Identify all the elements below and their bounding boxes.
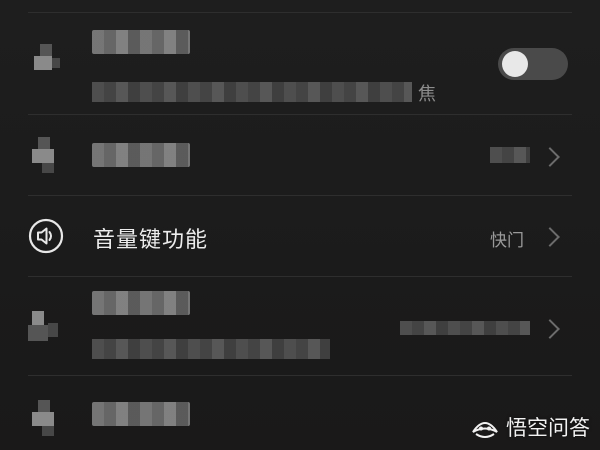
row-4-icon xyxy=(28,309,64,345)
row-2-value xyxy=(490,147,530,163)
row-1-subtitle-suffix: 焦 xyxy=(418,84,436,105)
toggle-knob xyxy=(502,51,528,77)
chevron-right-icon xyxy=(540,227,560,247)
row-1-icon xyxy=(28,44,64,80)
row-4-value xyxy=(400,321,530,335)
settings-screen: 焦 音量键功能 快门 悟空问答 xyxy=(0,0,600,450)
wukong-logo-icon xyxy=(472,422,498,438)
volume-icon xyxy=(28,218,64,254)
row-1-title xyxy=(92,30,190,54)
watermark: 悟空问答 xyxy=(470,412,590,442)
divider xyxy=(28,12,572,13)
row-2-title xyxy=(92,143,190,167)
row-5-title xyxy=(92,402,190,426)
settings-row-volume-key[interactable]: 音量键功能 快门 xyxy=(0,196,600,276)
settings-row-4[interactable] xyxy=(0,277,600,375)
settings-row-2[interactable] xyxy=(0,115,600,195)
row-1-toggle[interactable] xyxy=(498,48,568,80)
chevron-right-icon xyxy=(540,319,560,339)
settings-row-1[interactable]: 焦 xyxy=(0,14,600,114)
volume-key-label: 音量键功能 xyxy=(93,228,209,253)
volume-key-value: 快门 xyxy=(490,231,524,251)
row-1-subtitle xyxy=(92,82,412,102)
row-2-icon xyxy=(28,137,64,173)
chevron-right-icon xyxy=(540,147,560,167)
watermark-text: 悟空问答 xyxy=(506,416,590,440)
row-4-subtitle xyxy=(92,339,330,359)
row-5-icon xyxy=(28,400,64,436)
row-4-title xyxy=(92,291,190,315)
